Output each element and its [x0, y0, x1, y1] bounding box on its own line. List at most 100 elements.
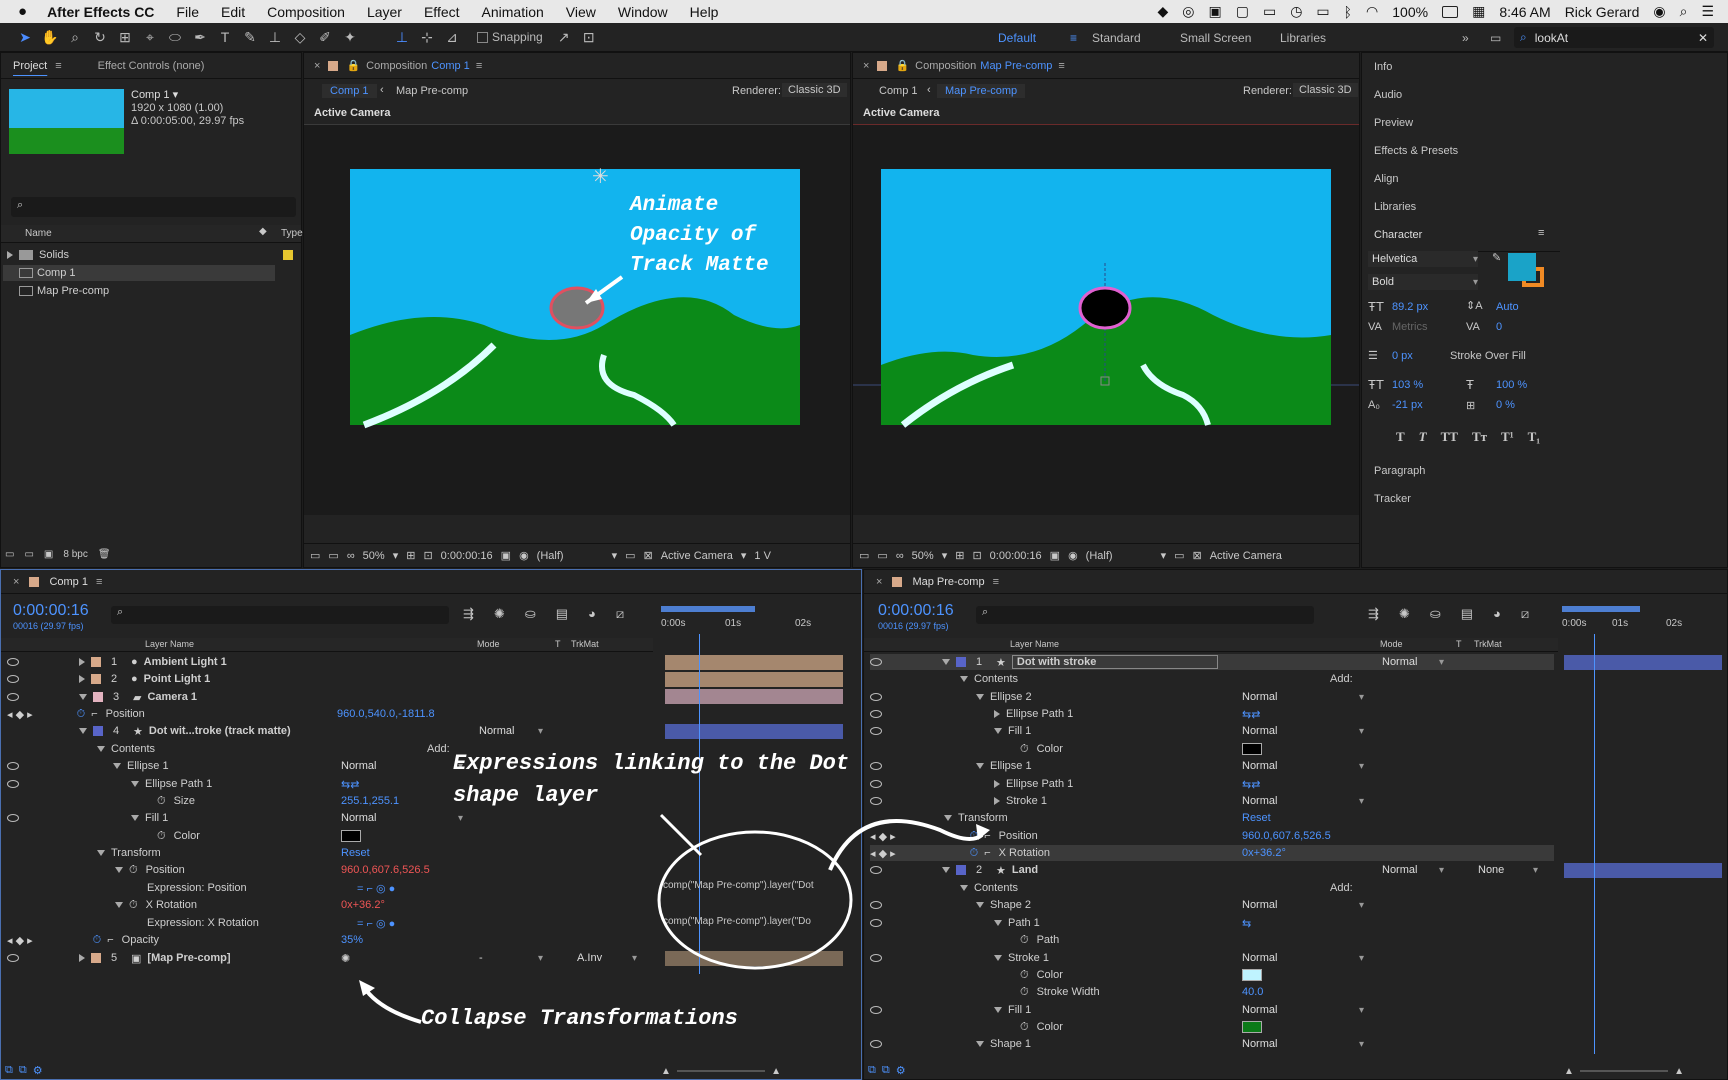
collapse-icon[interactable] [994, 920, 1002, 926]
visibility-eye-icon[interactable] [870, 919, 882, 927]
visibility-eye-icon[interactable] [870, 780, 882, 788]
property-fill-1[interactable]: Fill 1 Normal [870, 723, 1554, 739]
expand-icon[interactable] [994, 780, 1000, 788]
menu-animation[interactable]: Animation [482, 4, 544, 20]
clock-text[interactable]: 8:46 AM [1499, 4, 1550, 20]
view-axis-icon[interactable]: ⊿ [441, 26, 463, 48]
panel-menu-icon[interactable]: ≡ [993, 576, 999, 588]
property-ellipse-path-1[interactable]: Ellipse Path 1 ⇆⇄ [870, 706, 1554, 722]
eraser-tool-icon[interactable]: ◇ [289, 26, 311, 48]
menu-file[interactable]: File [176, 4, 199, 20]
property-color[interactable]: ⏱ Color [870, 741, 1554, 757]
hand-tool-icon[interactable]: ✋ [39, 26, 61, 48]
blend-mode-select[interactable]: Normal [1242, 1036, 1364, 1052]
search-help-value[interactable]: lookAt [1535, 31, 1568, 45]
panel-character[interactable]: Character [1374, 229, 1422, 241]
visibility-eye-icon[interactable] [870, 693, 882, 701]
blend-mode-select[interactable]: Normal [1242, 897, 1364, 913]
faux-bold-button[interactable]: T [1396, 429, 1405, 445]
path-direction-icon[interactable]: ⇆ [1242, 917, 1251, 930]
menu-help[interactable]: Help [690, 4, 719, 20]
timeline-graph-area[interactable] [1562, 634, 1722, 1054]
local-axis-icon[interactable]: ⊥ [391, 26, 413, 48]
zoom-tool-icon[interactable]: ⌕ [64, 26, 86, 48]
snapping-checkbox[interactable] [477, 31, 488, 43]
fill-color-box[interactable] [1508, 253, 1536, 281]
fast-preview-icon[interactable]: ▭ [1174, 549, 1184, 562]
path-direction-icon[interactable]: ⇆⇄ [1242, 778, 1260, 791]
stopwatch-icon[interactable]: ⏱ [1020, 986, 1029, 999]
transparency-grid-icon[interactable]: ⊠ [1193, 549, 1202, 562]
collapse-icon[interactable] [994, 1007, 1002, 1013]
zoom-out-icon[interactable]: ▲ [661, 1066, 671, 1077]
expand-icon[interactable] [994, 710, 1000, 718]
renderer-select[interactable]: Classic 3D [782, 83, 847, 97]
camera-tool-icon[interactable]: ⊞ [114, 26, 136, 48]
column-mode[interactable]: Mode [1380, 639, 1403, 649]
panel-libraries[interactable]: Libraries [1374, 201, 1416, 213]
close-tab-icon[interactable]: × [863, 60, 869, 72]
kerning-value[interactable]: Metrics [1392, 321, 1427, 333]
viewer-title-comp[interactable]: Comp 1 [431, 60, 470, 72]
app-icon[interactable]: ▣ [1208, 3, 1221, 20]
layer-bar-1[interactable] [1564, 655, 1722, 670]
visibility-eye-icon[interactable] [870, 727, 882, 735]
reset-button[interactable]: Reset [1242, 812, 1271, 824]
layer-bar-2[interactable] [1564, 863, 1722, 878]
add-button[interactable]: Add: [1330, 673, 1353, 685]
clear-search-icon[interactable]: ✕ [1698, 31, 1708, 45]
expand-stretch-icon[interactable]: ⚙ [33, 1064, 43, 1077]
expand-transfer-icon[interactable]: ⧉ [19, 1064, 27, 1077]
timeline-tab-map-precomp[interactable]: Map Pre-comp [912, 576, 984, 588]
close-tab-icon[interactable]: × [876, 576, 882, 588]
renderer-select[interactable]: Classic 3D [1293, 83, 1358, 97]
stroke-width-value[interactable]: 0 px [1392, 350, 1413, 362]
label-column-icon[interactable]: ◆ [259, 226, 267, 237]
current-time[interactable]: 0:00:00:16 [990, 550, 1042, 562]
airplay-icon[interactable]: ▭ [1316, 3, 1329, 20]
channel-icon[interactable]: ◉ [519, 549, 529, 562]
panel-tracker[interactable]: Tracker [1374, 493, 1411, 505]
point-light-icon[interactable]: ✳ [592, 166, 609, 188]
zoom-in-icon[interactable]: ▲ [771, 1066, 781, 1077]
small-caps-button[interactable]: Tт [1472, 429, 1487, 445]
snapshot-icon[interactable]: ▣ [1050, 549, 1060, 562]
property-value[interactable]: 40.0 [1242, 986, 1263, 998]
property-path-1[interactable]: Path 1 ⇆ [870, 915, 1554, 931]
new-folder-icon[interactable]: ▭ [24, 549, 33, 560]
property-fill-1b[interactable]: Fill 1 Normal [870, 1002, 1554, 1018]
panel-paragraph[interactable]: Paragraph [1374, 465, 1425, 477]
visibility-eye-icon[interactable] [870, 1006, 882, 1014]
puppet-tool-icon[interactable]: ✦ [339, 26, 361, 48]
property-value[interactable]: 0x+36.2° [1242, 847, 1286, 859]
search-help-icon[interactable]: ▭ [1490, 23, 1501, 52]
viewer-canvas[interactable] [853, 125, 1359, 515]
calendar-icon[interactable]: ▦ [1472, 3, 1485, 20]
expand-layer-switches-icon[interactable]: ⧉ [5, 1064, 13, 1077]
property-stroke-color[interactable]: ⏱ Color [870, 967, 1554, 983]
snapping-toggle[interactable]: Snapping [477, 30, 543, 44]
views-select[interactable]: 1 V [754, 550, 771, 562]
column-layer-name[interactable]: Layer Name [1010, 639, 1059, 649]
stopwatch-icon[interactable]: ⏱ [1020, 743, 1029, 756]
font-size-value[interactable]: 89.2 px [1392, 301, 1428, 313]
dot-with-stroke-shape[interactable] [1078, 286, 1132, 330]
timeline-current-time[interactable]: 0:00:00:16 [878, 602, 954, 620]
path-direction-icon[interactable]: ⇆⇄ [1242, 708, 1260, 721]
viewer-canvas[interactable]: ✳ Animate Opacity of Track Matte [304, 125, 850, 515]
more-workspaces-icon[interactable]: » [1462, 23, 1469, 52]
layer-name[interactable]: Land [1012, 864, 1038, 876]
blend-mode-select[interactable]: Normal [1382, 862, 1444, 878]
label-swatch[interactable] [283, 250, 293, 260]
wifi-icon[interactable]: ◠ [1366, 3, 1378, 20]
current-time-indicator[interactable] [1594, 634, 1595, 1054]
zoom-select[interactable]: 50% [363, 550, 385, 562]
siri-icon[interactable]: ◉ [1653, 3, 1665, 20]
fast-preview-icon[interactable]: ▭ [625, 549, 635, 562]
collapse-icon[interactable] [994, 955, 1002, 961]
view-select[interactable]: Active Camera [661, 550, 733, 562]
grid-icon[interactable]: ⊞ [406, 549, 415, 562]
workspace-menu-icon[interactable]: ≡ [1070, 23, 1077, 52]
eyedropper-icon[interactable]: ✎ [1492, 251, 1501, 264]
expand-icon[interactable] [7, 251, 13, 259]
